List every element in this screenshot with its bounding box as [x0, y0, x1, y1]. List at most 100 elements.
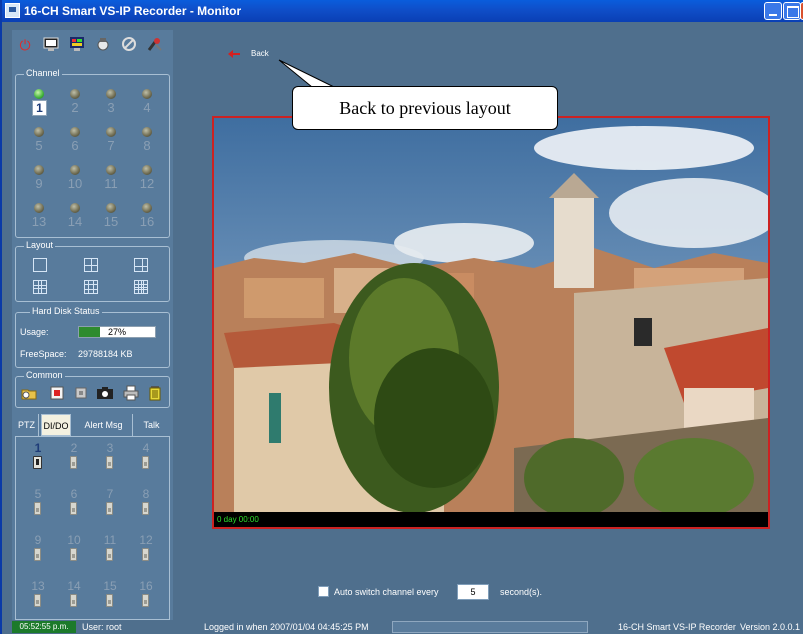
- version-label: Version 2.0.0.1: [740, 622, 801, 632]
- channel-number: 15: [103, 214, 119, 229]
- layout-nine-icon[interactable]: [33, 280, 47, 294]
- channel-button[interactable]: 2: [60, 89, 90, 129]
- tab-dido[interactable]: DI/DO: [41, 414, 71, 436]
- dido-switch-icon[interactable]: [34, 548, 41, 561]
- app-name-label: 16-CH Smart VS-IP Recorder: [618, 622, 736, 632]
- channel-button[interactable]: 5: [24, 127, 54, 167]
- dido-switch-icon[interactable]: [70, 548, 77, 561]
- auto-switch-checkbox[interactable]: [318, 586, 329, 597]
- dido-switch-icon[interactable]: [70, 456, 77, 469]
- power-icon[interactable]: ⏻: [16, 36, 34, 54]
- record-icon[interactable]: [48, 385, 66, 403]
- tools-icon[interactable]: [146, 36, 164, 54]
- dido-channel[interactable]: 4: [131, 441, 161, 479]
- video-status-bar: 0 day 00:00: [214, 512, 768, 527]
- dido-switch-icon[interactable]: [70, 502, 77, 515]
- color-icon[interactable]: [68, 36, 86, 54]
- dido-switch-icon[interactable]: [142, 456, 149, 469]
- channel-number: 2: [71, 100, 79, 115]
- common-group-label: Common: [24, 370, 65, 380]
- dido-switch-icon[interactable]: [142, 594, 149, 607]
- dido-channel[interactable]: 7: [95, 487, 125, 525]
- dido-channel[interactable]: 6: [59, 487, 89, 525]
- dido-channel[interactable]: 2: [59, 441, 89, 479]
- dido-switch-icon[interactable]: [106, 548, 113, 561]
- layout-single-icon[interactable]: [33, 258, 47, 272]
- channel-button[interactable]: 3: [96, 89, 126, 129]
- channel-number: 9: [35, 176, 43, 191]
- layout-quad-icon[interactable]: [84, 258, 98, 272]
- dido-channel[interactable]: 14: [59, 579, 89, 617]
- dido-switch-icon[interactable]: [106, 456, 113, 469]
- channel-button[interactable]: 15: [96, 203, 126, 243]
- channel-status-led-icon: [106, 89, 116, 99]
- channel-button[interactable]: 9: [24, 165, 54, 205]
- trash-icon[interactable]: [146, 385, 164, 403]
- dido-number: 4: [142, 441, 150, 455]
- layout-sixteen-icon[interactable]: [134, 280, 148, 294]
- minimize-button[interactable]: [764, 2, 782, 20]
- channel-button[interactable]: 4: [132, 89, 162, 129]
- dido-number: 6: [70, 487, 78, 501]
- maximize-button[interactable]: [783, 2, 801, 20]
- dido-switch-icon[interactable]: [33, 456, 42, 469]
- dido-number: 7: [106, 487, 114, 501]
- dido-channel[interactable]: 8: [131, 487, 161, 525]
- channel-number: 10: [67, 176, 83, 191]
- dido-channel[interactable]: 3: [95, 441, 125, 479]
- stop-icon[interactable]: [72, 385, 90, 403]
- channel-button[interactable]: 11: [96, 165, 126, 205]
- channel-group: Channel 1 2 3 4 5 6 7 8 9 10 11 12 13 14 15 16: [15, 68, 170, 238]
- dido-channel[interactable]: 1: [23, 441, 53, 479]
- tab-ptz[interactable]: PTZ: [15, 414, 39, 436]
- print-icon[interactable]: [122, 385, 140, 403]
- snapshot-folder-icon[interactable]: [20, 385, 38, 403]
- dido-switch-icon[interactable]: [34, 502, 41, 515]
- settings-icon[interactable]: [120, 36, 138, 54]
- channel-button[interactable]: 13: [24, 203, 54, 243]
- channel-status-led-icon: [34, 165, 44, 175]
- dido-channel[interactable]: 15: [95, 579, 125, 617]
- dido-switch-icon[interactable]: [106, 502, 113, 515]
- tab-alert-msg[interactable]: Alert Msg: [75, 414, 133, 436]
- monitor-icon[interactable]: [42, 36, 60, 54]
- dido-channel[interactable]: 9: [23, 533, 53, 571]
- dido-switch-icon[interactable]: [142, 502, 149, 515]
- channel-button[interactable]: 8: [132, 127, 162, 167]
- dido-channel[interactable]: 16: [131, 579, 161, 617]
- channel-button[interactable]: 12: [132, 165, 162, 205]
- channel-button[interactable]: 10: [60, 165, 90, 205]
- dido-channel[interactable]: 5: [23, 487, 53, 525]
- channel-button[interactable]: 7: [96, 127, 126, 167]
- dido-number: 5: [34, 487, 42, 501]
- channel-button[interactable]: 16: [132, 203, 162, 243]
- channel-status-led-icon: [70, 165, 80, 175]
- video-frame[interactable]: 0 day 00:00: [212, 116, 770, 529]
- dido-switch-icon[interactable]: [34, 594, 41, 607]
- channel-button[interactable]: 14: [60, 203, 90, 243]
- channel-number: 8: [143, 138, 151, 153]
- channel-status-led-icon: [70, 89, 80, 99]
- dido-switch-icon[interactable]: [142, 548, 149, 561]
- channel-number: 3: [107, 100, 115, 115]
- seconds-input[interactable]: 5: [457, 584, 489, 600]
- layout-thirteen-icon[interactable]: [84, 280, 98, 294]
- dido-number: 3: [106, 441, 114, 455]
- dido-channel[interactable]: 12: [131, 533, 161, 571]
- dido-switch-icon[interactable]: [106, 594, 113, 607]
- title-bar[interactable]: 16-CH Smart VS-IP Recorder - Monitor: [2, 0, 803, 22]
- channel-button[interactable]: 1: [24, 89, 54, 129]
- dido-switch-icon[interactable]: [70, 594, 77, 607]
- network-icon[interactable]: [94, 36, 112, 54]
- tab-talk[interactable]: Talk: [133, 414, 170, 436]
- dido-channel[interactable]: 10: [59, 533, 89, 571]
- dido-channel[interactable]: 11: [95, 533, 125, 571]
- status-progress: [392, 621, 588, 633]
- channel-status-led-icon: [34, 203, 44, 213]
- camera-icon[interactable]: [96, 385, 114, 403]
- dido-number: 1: [34, 441, 42, 455]
- channel-button[interactable]: 6: [60, 127, 90, 167]
- layout-six-icon[interactable]: [134, 258, 148, 272]
- dido-channel[interactable]: 13: [23, 579, 53, 617]
- free-space-value: 29788184 KB: [78, 349, 133, 359]
